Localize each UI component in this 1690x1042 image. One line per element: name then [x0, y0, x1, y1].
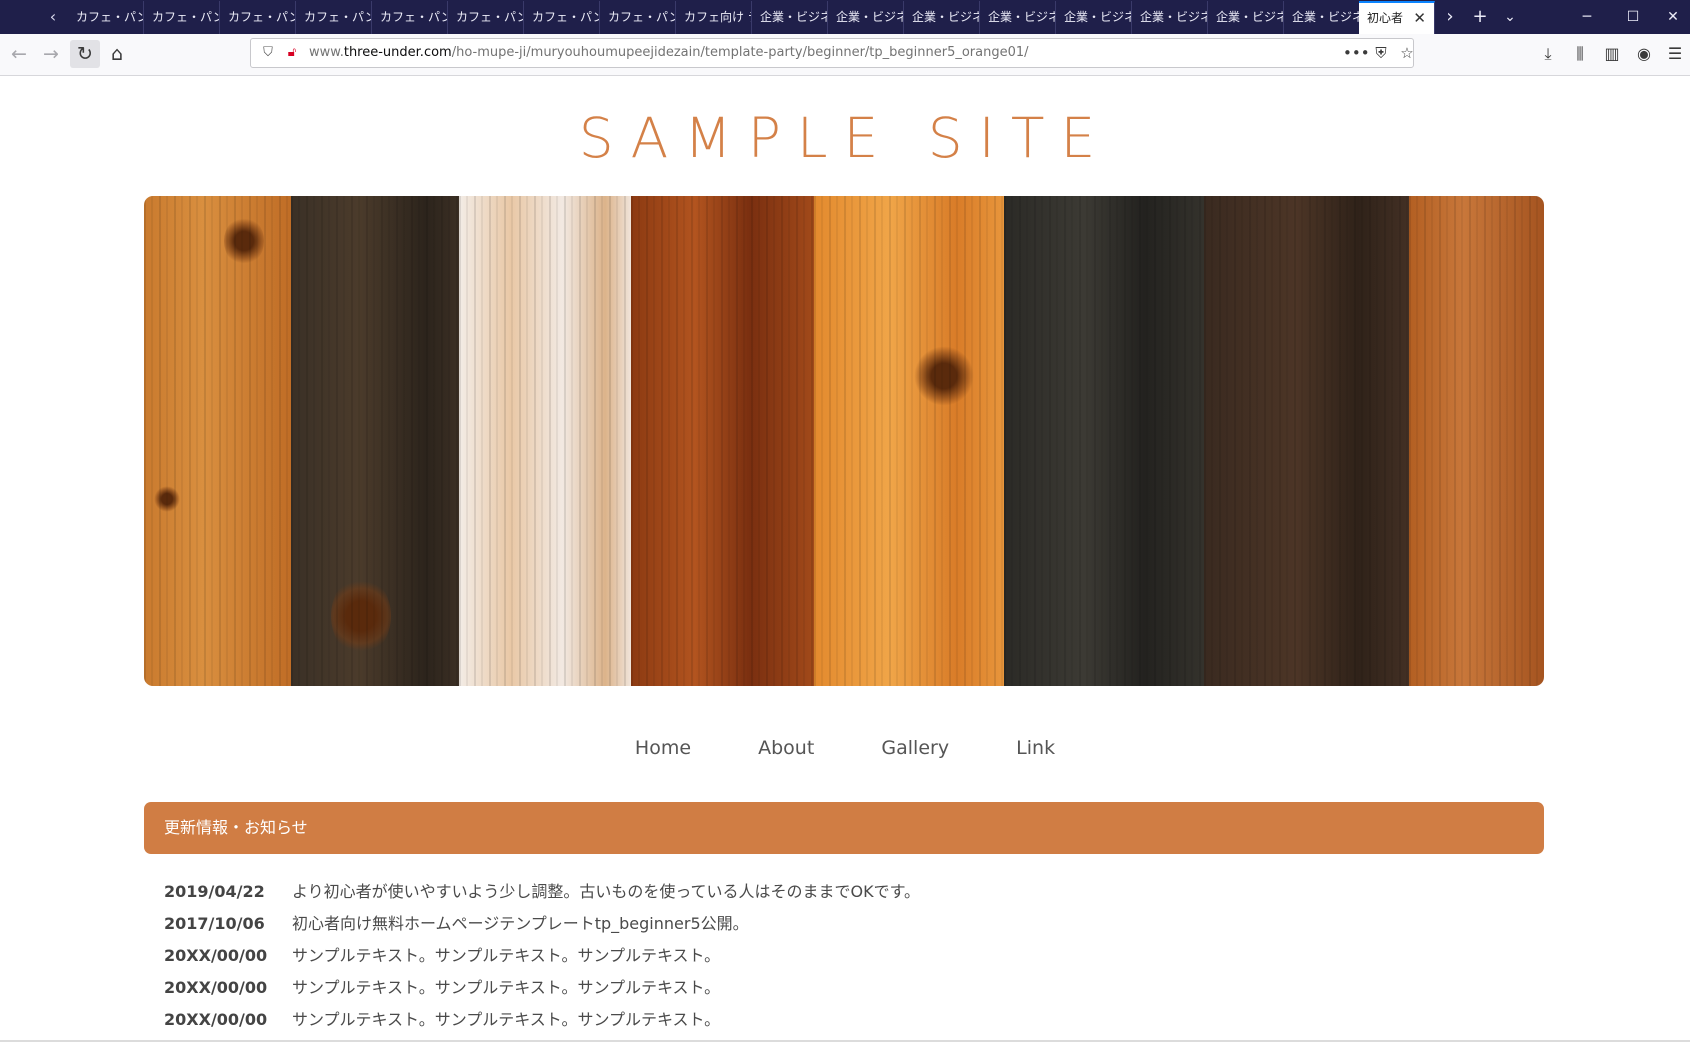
sidebar-icon[interactable]: ▥ [1597, 40, 1627, 68]
reload-icon[interactable]: ↻ [70, 40, 100, 68]
news-item: 2017/10/06 初心者向け無料ホームページテンプレートtp_beginner… [164, 908, 1524, 940]
news-item: 2019/04/22 より初心者が使いやすいよう少し調整。古いものを使っている人は… [164, 876, 1524, 908]
tab[interactable]: カフェ・パン屋 [448, 1, 524, 34]
tab[interactable]: カフェ・パン屋 [524, 1, 600, 34]
library-icon[interactable]: ⫼ [1565, 40, 1595, 68]
tab-label: 企業・ビジネ [1140, 10, 1208, 24]
hero-image [144, 196, 1544, 686]
menu-item-link[interactable]: Link [1016, 728, 1055, 768]
tab-label: カフェ・パン屋 [152, 10, 219, 24]
pocket-icon[interactable]: ⛨ [1369, 39, 1393, 67]
tab[interactable]: 企業・ビジネ [1132, 1, 1208, 34]
bookmark-star-icon[interactable]: ☆ [1395, 39, 1419, 67]
news-item: 20XX/00/00 サンプルテキスト。サンプルテキスト。サンプルテキスト。 [164, 972, 1524, 1004]
minimize-icon[interactable]: ─ [1564, 0, 1610, 34]
tab-label: カフェ・パン屋 [456, 10, 523, 24]
tab-label: カフェ・パン屋 [304, 10, 371, 24]
news-item: 20XX/00/00 サンプルテキスト。サンプルテキスト。サンプルテキスト。 [164, 940, 1524, 972]
tab[interactable]: 企業・ビジネ [752, 1, 828, 34]
news-date: 2017/10/06 [164, 914, 265, 933]
close-window-icon[interactable]: ✕ [1656, 0, 1690, 34]
news-text: 初心者向け無料ホームページテンプレートtp_beginner5公開。 [292, 914, 749, 933]
menu-item-home[interactable]: Home [635, 728, 691, 768]
tab[interactable]: カフェ・パン屋 [68, 1, 144, 34]
scroll-tabs-left-icon[interactable]: ‹ [38, 0, 68, 34]
tab[interactable]: 企業・ビジネ [980, 1, 1056, 34]
downloads-icon[interactable]: ⤓ [1533, 40, 1563, 68]
list-all-tabs-icon[interactable]: ⌄ [1495, 0, 1525, 34]
tab[interactable]: カフェ・パン屋 [220, 1, 296, 34]
main-menu: Home About Gallery Link [0, 728, 1690, 768]
url-prefix: www. [309, 45, 344, 60]
tab[interactable]: カフェ・パン屋 [600, 1, 676, 34]
news-heading: 更新情報・お知らせ [144, 802, 1544, 854]
tab-label: 企業・ビジネ [836, 10, 904, 24]
tab-label: 企業・ビジネ [988, 10, 1056, 24]
tab-label: カフェ・パン屋 [228, 10, 295, 24]
tab-label: 企業・ビジネ [1064, 10, 1132, 24]
forward-icon[interactable]: → [36, 40, 66, 68]
tab-label: 企業・ビジネ [1216, 10, 1284, 24]
back-icon[interactable]: ← [4, 40, 34, 68]
navigation-toolbar: ← → ↻ ⌂ ⛉ 🔓︎ www.three-under.com/ho-mupe… [0, 34, 1690, 76]
wood-plank [291, 196, 459, 686]
tab[interactable]: 企業・ビジネ [1056, 1, 1132, 34]
wood-plank [1004, 196, 1204, 686]
news-text: より初心者が使いやすいよう少し調整。古いものを使っている人はそのままでOKです。 [292, 882, 921, 901]
close-tab-icon[interactable]: ✕ [1413, 3, 1426, 34]
tab[interactable]: カフェ向け テ [676, 1, 752, 34]
news-date: 20XX/00/00 [164, 978, 268, 997]
account-icon[interactable]: ◉ [1629, 40, 1659, 68]
news-text: サンプルテキスト。サンプルテキスト。サンプルテキスト。 [292, 978, 721, 997]
tab[interactable]: 企業・ビジネ [828, 1, 904, 34]
tab[interactable]: 企業・ビジネ [904, 1, 980, 34]
tab[interactable]: カフェ・パン屋 [372, 1, 448, 34]
wood-plank [631, 196, 814, 686]
news-text: サンプルテキスト。サンプルテキスト。サンプルテキスト。 [292, 1010, 721, 1029]
site-title[interactable]: SAMPLE SITE [0, 106, 1690, 170]
tab[interactable]: 企業・ビジネ [1208, 1, 1284, 34]
menu-icon[interactable]: ☰ [1660, 40, 1690, 68]
news-item: 20XX/00/00 サンプルテキスト。サンプルテキスト。サンプルテキスト。 [164, 1004, 1524, 1036]
tab[interactable]: 企業・ビジネ [1284, 1, 1360, 34]
page-content: SAMPLE SITE Home About Gallery Link 更新情報… [0, 76, 1690, 1042]
wood-plank [1204, 196, 1409, 686]
tab[interactable]: カフェ・パン屋 [144, 1, 220, 34]
tab-label: 企業・ビジネ [1292, 10, 1360, 24]
wood-plank [814, 196, 1004, 686]
tab-label: 企業・ビジネ [760, 10, 828, 24]
news-list: 2019/04/22 より初心者が使いやすいよう少し調整。古いものを使っている人は… [164, 876, 1524, 1036]
url-path: /ho-mupe-ji/muryouhoumupeejidezain/templ… [451, 45, 1029, 60]
menu-item-about[interactable]: About [758, 728, 814, 768]
maximize-icon[interactable]: ☐ [1610, 0, 1656, 34]
new-tab-icon[interactable]: + [1465, 0, 1495, 34]
url-domain: three-under.com [343, 45, 452, 60]
home-icon[interactable]: ⌂ [102, 40, 132, 68]
page-actions-icon[interactable]: ••• [1343, 39, 1370, 67]
tab-label: 初心者 [1367, 11, 1404, 25]
tab-label: カフェ・パン屋 [380, 10, 447, 24]
menu-item-gallery[interactable]: Gallery [881, 728, 949, 768]
news-text: サンプルテキスト。サンプルテキスト。サンプルテキスト。 [292, 946, 721, 965]
insecure-connection-icon[interactable]: 🔓︎ [281, 39, 303, 67]
url-text[interactable]: www.three-under.com/ho-mupe-ji/muryouhou… [309, 39, 1029, 67]
wood-plank [1409, 196, 1544, 686]
tab-strip: ‹ カフェ・パン屋カフェ・パン屋カフェ・パン屋カフェ・パン屋カフェ・パン屋カフェ… [0, 0, 1690, 34]
news-date: 20XX/00/00 [164, 1010, 268, 1029]
scroll-tabs-right-icon[interactable]: › [1435, 0, 1465, 34]
tracking-shield-icon[interactable]: ⛉ [257, 39, 279, 67]
tab-label: カフェ向け テ [684, 10, 751, 24]
tab-label: カフェ・パン屋 [608, 10, 675, 24]
wood-plank [459, 196, 631, 686]
tab[interactable]: カフェ・パン屋 [296, 1, 372, 34]
tab-label: 企業・ビジネ [912, 10, 980, 24]
news-date: 2019/04/22 [164, 882, 265, 901]
wood-plank [144, 196, 291, 686]
address-bar[interactable]: ⛉ 🔓︎ www.three-under.com/ho-mupe-ji/mury… [250, 38, 1414, 68]
tab-label: カフェ・パン屋 [76, 10, 143, 24]
news-date: 20XX/00/00 [164, 946, 268, 965]
tab-active[interactable]: 初心者 ✕ [1359, 1, 1435, 34]
tab-label: カフェ・パン屋 [532, 10, 599, 24]
